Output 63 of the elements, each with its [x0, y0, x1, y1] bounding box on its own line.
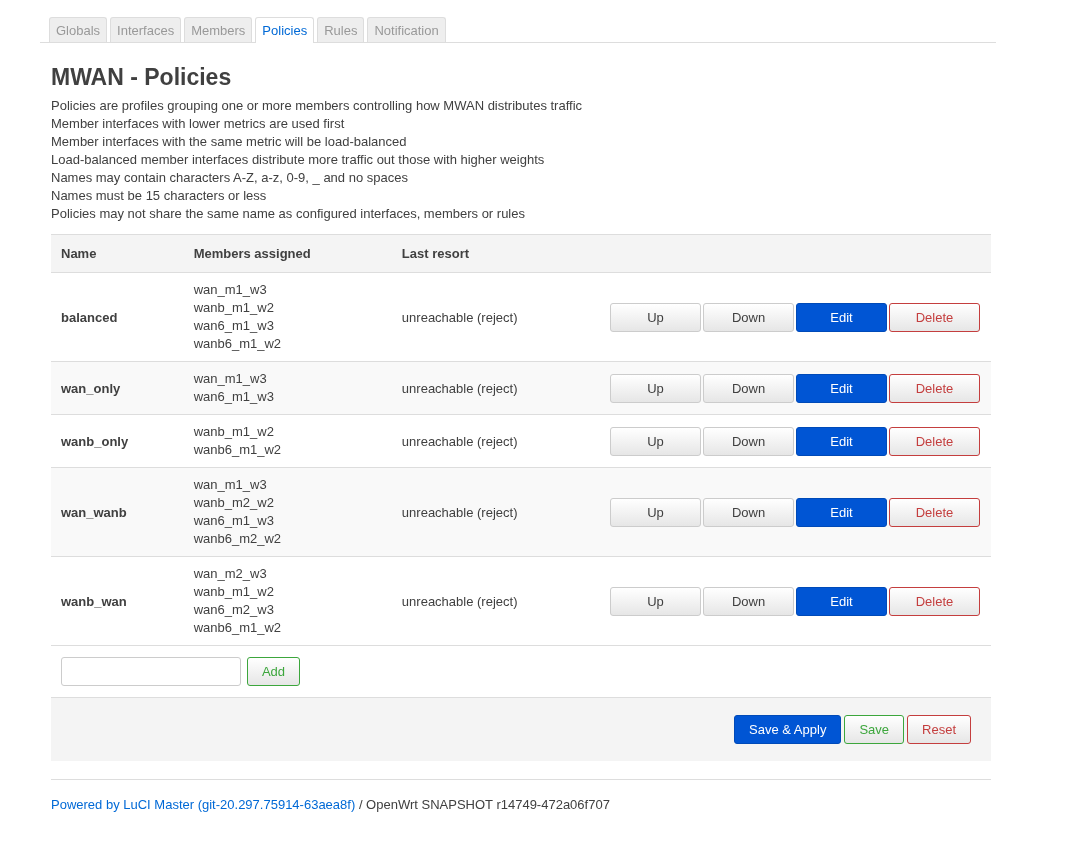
member-name: wan_m2_w3: [193, 565, 268, 583]
last-resort-value: unreachable (reject): [401, 593, 518, 609]
member-name: wanb6_m2_w2: [193, 530, 283, 548]
member-name: wan_m1_w3: [193, 370, 268, 388]
member-name: wanb_m2_w2: [193, 494, 275, 512]
last-resort-value: unreachable (reject): [401, 504, 518, 520]
description-line: Load-balanced member interfaces distribute more traffic out those with higher weights: [51, 151, 546, 169]
move-button[interactable]: Down: [703, 497, 794, 527]
delete-button[interactable]: Delete: [889, 426, 980, 456]
description-line: Names may contain characters A-Z, a-z, 0-9, _ and no spaces: [51, 169, 409, 187]
member-name: wanb6_m1_w2: [193, 335, 283, 353]
move-button[interactable]: Up: [610, 302, 701, 332]
description-line: Policies may not share the same name as configured interfaces, members or rules: [51, 205, 526, 223]
column-header: Name: [51, 234, 184, 273]
member-name: wan_m1_w3: [193, 281, 268, 299]
member-name: wanb_m1_w2: [193, 583, 275, 601]
move-button[interactable]: Up: [610, 586, 701, 616]
save-apply-button[interactable]: Save & Apply: [734, 715, 842, 744]
edit-button[interactable]: Edit: [796, 373, 887, 403]
delete-button[interactable]: Delete: [889, 302, 980, 332]
policy-name: wan_only: [61, 380, 121, 396]
description-line: Policies are profiles grouping one or more members controlling how MWAN distributes traffic: [51, 97, 584, 115]
column-header: Members assigned: [183, 234, 392, 273]
edit-button[interactable]: Edit: [796, 426, 887, 456]
member-name: wan6_m1_w3: [193, 388, 275, 406]
member-name: wan6_m2_w3: [193, 601, 275, 619]
reset-button[interactable]: Reset: [907, 715, 971, 744]
last-resort-value: unreachable (reject): [401, 433, 518, 449]
edit-button[interactable]: Edit: [796, 497, 887, 527]
member-name: wanb6_m1_w2: [193, 441, 283, 459]
move-button[interactable]: Down: [703, 302, 794, 332]
column-header: Last resort: [391, 234, 598, 273]
policy-name-field[interactable]: [61, 657, 241, 686]
policy-name: wanb_only: [61, 433, 129, 449]
move-button[interactable]: Down: [703, 373, 794, 403]
policy-name: balanced: [61, 309, 118, 325]
member-name: wan6_m1_w3: [193, 512, 275, 530]
delete-button[interactable]: Delete: [889, 497, 980, 527]
move-button[interactable]: Up: [610, 373, 701, 403]
move-button[interactable]: Up: [610, 426, 701, 456]
description-line: Member interfaces with lower metrics are used first: [51, 115, 346, 133]
edit-button[interactable]: Edit: [796, 302, 887, 332]
page-title: MWAN - Policies: [51, 64, 233, 91]
description-line: Member interfaces with the same metric will be load-balanced: [51, 133, 408, 151]
tab[interactable]: Policies: [255, 17, 315, 43]
powered-by-link[interactable]: Powered by LuCI Master (git-20.297.75914-63aea8f): [51, 797, 356, 812]
member-name: wan_m1_w3: [193, 476, 268, 494]
policy-name: wanb_wan: [61, 593, 127, 609]
last-resort-value: unreachable (reject): [401, 309, 518, 325]
version-text: / OpenWrt SNAPSHOT r14749-472a06f707: [358, 797, 610, 812]
member-name: wan6_m1_w3: [193, 317, 275, 335]
last-resort-value: unreachable (reject): [401, 380, 518, 396]
delete-button[interactable]: Delete: [889, 373, 980, 403]
delete-button[interactable]: Delete: [889, 586, 980, 616]
member-name: wanb_m1_w2: [193, 423, 275, 441]
member-name: wanb6_m1_w2: [193, 619, 283, 637]
member-name: wanb_m1_w2: [193, 299, 275, 317]
move-button[interactable]: Down: [703, 426, 794, 456]
policy-name: wan_wanb: [61, 504, 127, 520]
move-button[interactable]: Down: [703, 586, 794, 616]
move-button[interactable]: Up: [610, 497, 701, 527]
description-line: Names must be 15 characters or less: [51, 187, 268, 205]
edit-button[interactable]: Edit: [796, 586, 887, 616]
